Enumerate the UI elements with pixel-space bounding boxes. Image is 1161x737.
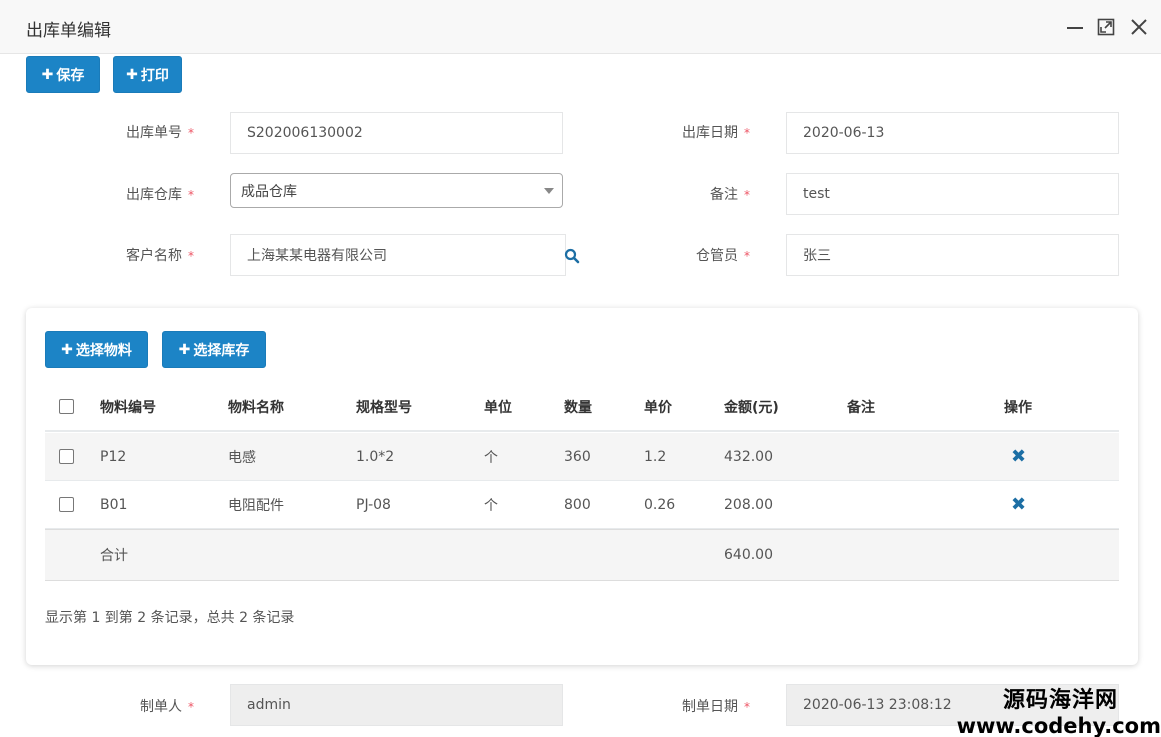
- delete-row-icon[interactable]: ✖: [1011, 494, 1026, 515]
- col-qty: 数量: [564, 399, 592, 416]
- print-button-label: 打印: [140, 67, 169, 84]
- col-price: 单价: [644, 399, 672, 416]
- keeper-value: 张三: [803, 248, 831, 264]
- keeper-field[interactable]: 张三: [786, 234, 1119, 276]
- row-qty: 360: [564, 448, 591, 465]
- col-amount: 金额(元): [724, 399, 779, 416]
- keeper-label: 仓管员 *: [696, 248, 750, 264]
- delete-row-icon[interactable]: ✖: [1011, 446, 1026, 467]
- minimize-icon[interactable]: [1062, 14, 1088, 40]
- row-unit: 个: [484, 497, 498, 514]
- select-all-checkbox[interactable]: [59, 399, 74, 414]
- select-all-checkbox-cell: [59, 383, 74, 430]
- select-material-button[interactable]: ✚ 选择物料: [45, 331, 148, 368]
- save-button-label: 保存: [56, 67, 85, 84]
- row-code: B01: [100, 496, 128, 513]
- row-amount: 208.00: [724, 496, 773, 513]
- customer-label: 客户名称 *: [126, 248, 194, 264]
- col-code: 物料编号: [100, 399, 156, 416]
- col-unit: 单位: [484, 399, 512, 416]
- warehouse-label: 出库仓库 *: [126, 187, 194, 203]
- window-title: 出库单编辑: [26, 21, 111, 41]
- col-spec: 规格型号: [356, 399, 412, 416]
- row-amount: 432.00: [724, 448, 773, 465]
- warehouse-value: 成品仓库: [241, 183, 297, 200]
- date-value: 2020-06-13: [803, 125, 885, 141]
- row-name: 电阻配件: [228, 497, 284, 514]
- customer-field[interactable]: 上海某某电器有限公司: [230, 234, 566, 276]
- save-button[interactable]: ✚ 保存: [26, 56, 100, 93]
- col-remark: 备注: [847, 399, 875, 416]
- creator-label: 制单人 *: [140, 699, 194, 715]
- select-stock-button[interactable]: ✚ 选择库存: [162, 331, 266, 368]
- total-label: 合计: [100, 548, 128, 564]
- row-price: 0.26: [644, 496, 676, 513]
- row-spec: 1.0*2: [356, 448, 395, 465]
- row-checkbox[interactable]: [59, 449, 74, 464]
- window-titlebar: 出库单编辑: [0, 0, 1161, 54]
- plus-icon: ✚: [41, 66, 54, 83]
- warehouse-select[interactable]: 成品仓库: [230, 173, 563, 208]
- row-checkbox[interactable]: [59, 497, 74, 512]
- total-amount: 640.00: [724, 547, 773, 563]
- row-price: 1.2: [644, 448, 667, 465]
- order-no-field[interactable]: S202006130002: [230, 112, 563, 154]
- close-icon[interactable]: [1126, 14, 1152, 40]
- select-stock-label: 选择库存: [193, 342, 250, 359]
- remark-label: 备注 *: [710, 187, 750, 203]
- created-at-label: 制单日期 *: [682, 699, 750, 715]
- watermark: 源码海洋网 www.codehy.com: [955, 682, 1161, 737]
- date-label: 出库日期 *: [682, 125, 750, 141]
- select-material-label: 选择物料: [75, 342, 132, 359]
- maximize-icon[interactable]: [1093, 14, 1119, 40]
- row-spec: PJ-08: [356, 496, 391, 513]
- plus-icon: ✚: [61, 341, 73, 358]
- row-name: 电感: [228, 449, 256, 466]
- watermark-line1: 源码海洋网: [1002, 688, 1118, 713]
- created-at-value: 2020-06-13 23:08:12: [803, 697, 952, 713]
- print-button[interactable]: ✚ 打印: [113, 56, 182, 93]
- chevron-down-icon: [544, 188, 554, 194]
- row-qty: 800: [564, 496, 591, 513]
- order-no-label: 出库单号 *: [126, 125, 194, 141]
- table-row[interactable]: P12 电感 1.0*2 个 360 1.2 432.00 ✖: [45, 433, 1119, 481]
- remark-field[interactable]: test: [786, 173, 1119, 215]
- date-field[interactable]: 2020-06-13: [786, 112, 1119, 154]
- col-name: 物料名称: [228, 399, 284, 416]
- creator-value: admin: [247, 697, 291, 713]
- watermark-line2: www.codehy.com: [956, 714, 1161, 737]
- pagination-info: 显示第 1 到第 2 条记录，总共 2 条记录: [45, 610, 295, 626]
- plus-icon: ✚: [126, 66, 138, 83]
- table-header: 物料编号 物料名称 规格型号 单位 数量 单价 金额(元) 备注 操作: [45, 383, 1119, 432]
- row-unit: 个: [484, 449, 498, 466]
- table-footer-row: 合计 640.00: [45, 529, 1119, 581]
- plus-icon: ✚: [178, 341, 191, 358]
- order-no-value: S202006130002: [247, 125, 363, 141]
- row-code: P12: [100, 448, 127, 465]
- creator-field: admin: [230, 684, 563, 726]
- col-action: 操作: [1004, 399, 1032, 416]
- table-row[interactable]: B01 电阻配件 PJ-08 个 800 0.26 208.00 ✖: [45, 481, 1119, 529]
- search-icon[interactable]: [564, 248, 582, 266]
- remark-value: test: [803, 186, 830, 202]
- customer-value: 上海某某电器有限公司: [247, 248, 387, 264]
